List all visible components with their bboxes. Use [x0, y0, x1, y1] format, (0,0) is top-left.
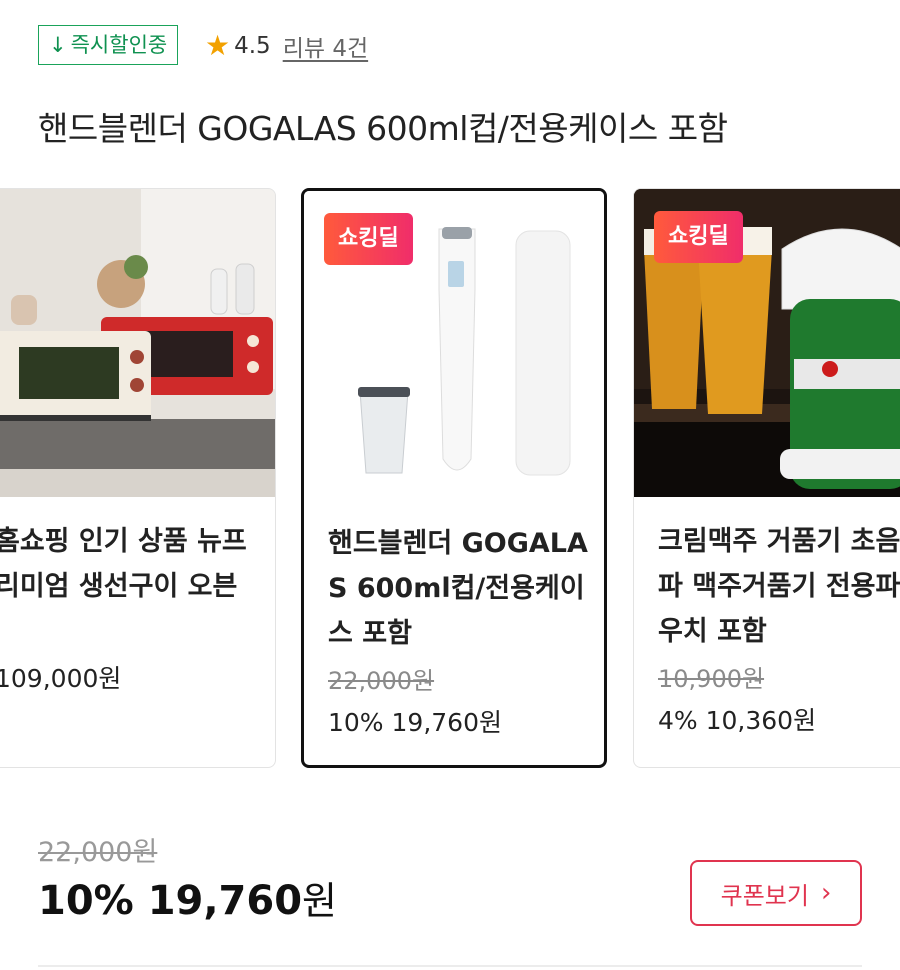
original-price: 10,900원: [658, 665, 765, 693]
product-price: 109,000원: [0, 664, 122, 693]
product-price: 4% 10,360원: [658, 706, 817, 735]
product-image-hand-blender: 쇼킹딜: [304, 191, 604, 499]
product-card-hand-blender[interactable]: 쇼킹딜 핸드블렌더 GOGALAS 600ml컵/전용케이스 포함 22,000…: [301, 188, 607, 768]
related-products-carousel[interactable]: 홈쇼핑 인기 상품 뉴프리미엄 생선구이 오븐 109,000원 쇼킹딜 핸드블…: [0, 188, 900, 773]
rating-score: 4.5: [234, 33, 271, 59]
product-name: 크림맥주 거품기 초음파 맥주거품기 전용파우치 포함: [658, 526, 900, 647]
original-price: 22,000원: [328, 667, 435, 695]
summary-price-unit: 원: [302, 879, 338, 923]
view-coupon-label: 쿠폰보기: [720, 881, 809, 910]
reviews-link[interactable]: 리뷰 4건: [283, 29, 368, 63]
view-coupon-button[interactable]: 쿠폰보기 ›: [690, 860, 862, 926]
product-price: 10% 19,760원: [328, 708, 502, 737]
instant-discount-badge: ↓ 즉시할인중: [38, 25, 179, 65]
instant-discount-label: 즉시할인중: [70, 32, 168, 57]
product-image-beer-foamer: 쇼킹딜: [634, 189, 900, 497]
product-image-oven: [0, 189, 275, 497]
shocking-deal-badge: 쇼킹딜: [654, 211, 743, 263]
product-card-beer-foamer[interactable]: 쇼킹딜 크림맥주 거품기 초음파 맥주거품기 전용파우치 포함 10,900원 …: [633, 188, 900, 768]
summary-sale-price: 10% 19,760원: [38, 870, 337, 925]
summary-price-amount: 19,760: [147, 878, 303, 924]
down-arrow-icon: ↓: [49, 32, 67, 57]
summary-discount-rate: 10%: [38, 878, 134, 924]
star-icon: ★: [205, 29, 231, 62]
summary-original-price: 22,000원: [38, 837, 158, 868]
chevron-right-icon: ›: [820, 878, 832, 908]
product-title: 핸드블렌더 GOGALAS 600ml컵/전용케이스 포함: [38, 109, 728, 148]
product-name: 핸드블렌더 GOGALAS 600ml컵/전용케이스 포함: [328, 528, 588, 649]
rating: ★ 4.5 리뷰 4건: [205, 27, 368, 65]
shocking-deal-badge: 쇼킹딜: [324, 213, 413, 265]
product-card-oven[interactable]: 홈쇼핑 인기 상품 뉴프리미엄 생선구이 오븐 109,000원: [0, 188, 276, 768]
product-name: 홈쇼핑 인기 상품 뉴프리미엄 생선구이 오븐: [0, 526, 247, 602]
divider: [38, 965, 862, 967]
